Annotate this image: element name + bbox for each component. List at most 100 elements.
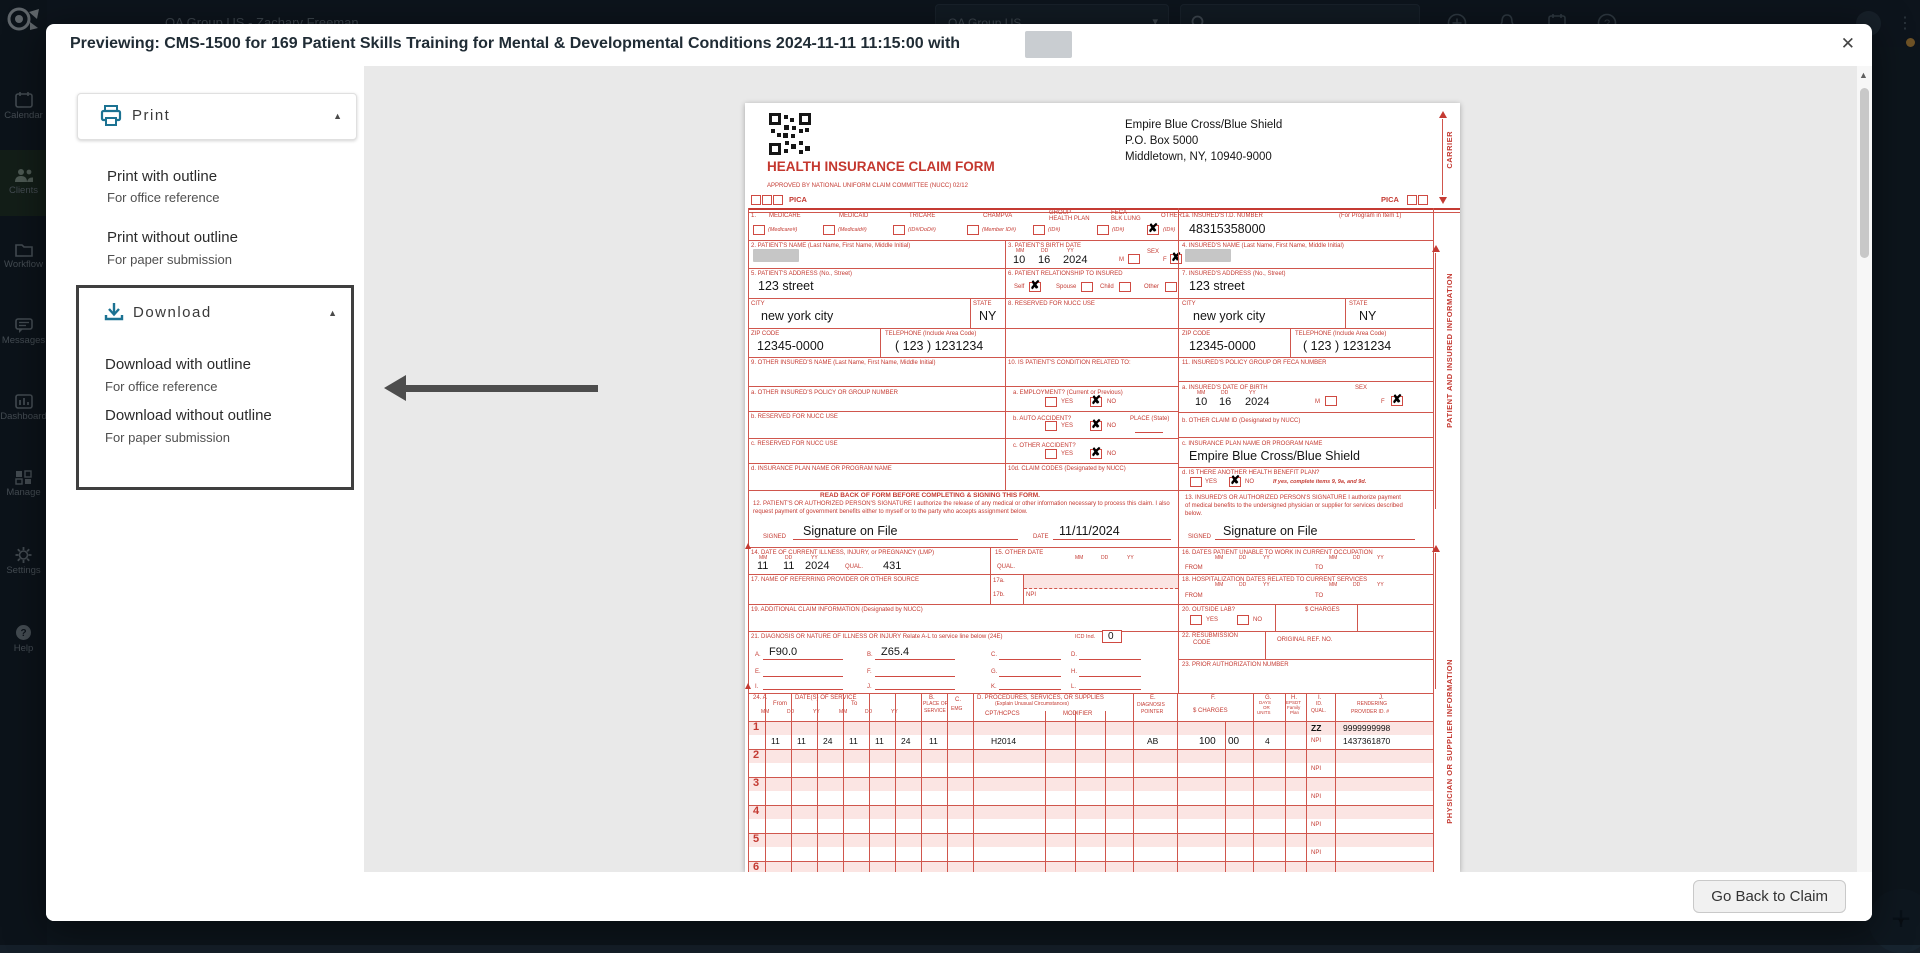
form-label: DD xyxy=(1353,583,1360,589)
svc-rendering-npi: 1437361870 xyxy=(1343,736,1390,746)
form-label: 5. PATIENT'S ADDRESS (No., Street) xyxy=(751,271,852,278)
diagnosis-line xyxy=(875,650,955,660)
birthdate-mm: 10 xyxy=(1013,254,1025,266)
form-label: b. OTHER CLAIM ID (Designated by NUCC) xyxy=(1182,418,1300,425)
grid-line xyxy=(1285,693,1286,872)
grid-line xyxy=(748,547,1433,548)
margin-arrow xyxy=(745,543,751,549)
scroll-up-icon[interactable]: ▲ xyxy=(1859,70,1868,80)
onset-dd: 11 xyxy=(783,560,794,572)
form-label: YY xyxy=(1263,583,1270,589)
form-label: NO xyxy=(1107,451,1116,458)
option-title[interactable]: Download with outline xyxy=(105,356,251,373)
form-label: TO xyxy=(1315,565,1323,572)
form-label: YY xyxy=(1377,583,1384,589)
arrow-head xyxy=(384,375,406,401)
grid-line xyxy=(973,693,974,872)
form-label: 1. xyxy=(751,213,756,220)
grid-line xyxy=(748,805,1433,806)
pica-label: PICA xyxy=(789,196,807,204)
form-label: ICD Ind. xyxy=(1075,634,1095,640)
x-mark: ✘ xyxy=(1392,393,1402,405)
form-label: QUAL. xyxy=(1311,709,1326,715)
document-preview-area: Empire Blue Cross/Blue Shield P.O. Box 5… xyxy=(364,66,1857,872)
service-row-number: 6 xyxy=(753,861,759,872)
qr-code-icon xyxy=(769,113,811,155)
insured-address: 123 street xyxy=(1189,279,1245,293)
redacted-name xyxy=(1025,31,1072,58)
dashed-line xyxy=(1024,588,1178,589)
signature-line xyxy=(1215,528,1415,540)
form-label: NO xyxy=(1253,617,1262,624)
form-label: CODE xyxy=(1193,640,1210,647)
option-subtitle: For office reference xyxy=(107,190,219,205)
service-row-number: 5 xyxy=(753,833,759,845)
form-label: CITY xyxy=(1182,301,1196,308)
grid-line xyxy=(748,463,1178,464)
grid-line xyxy=(947,693,948,872)
form-label: YES xyxy=(1061,423,1073,430)
form-label: YY xyxy=(1377,556,1384,562)
form-label: 18. HOSPITALIZATION DATES RELATED TO CUR… xyxy=(1182,577,1367,584)
signature-line xyxy=(1053,528,1171,540)
form-label: FROM xyxy=(1185,593,1203,600)
grid-line xyxy=(1345,298,1346,328)
print-section-header[interactable]: Print ▲ xyxy=(77,93,357,140)
form-label: C. xyxy=(955,697,961,704)
form-label: RENDERING xyxy=(1357,702,1387,708)
diagnosis-line xyxy=(1079,682,1141,690)
grid-line xyxy=(1275,604,1276,631)
grid-line xyxy=(1045,711,1046,872)
download-section-header[interactable]: Download ▲ xyxy=(79,288,351,336)
form-label: 11. INSURED'S POLICY GROUP OR FECA NUMBE… xyxy=(1182,360,1327,367)
checkbox xyxy=(1081,282,1093,292)
service-row-number: 1 xyxy=(753,721,759,733)
grid-line xyxy=(1177,693,1178,872)
form-label: NPI xyxy=(1311,738,1321,745)
checkbox xyxy=(1097,225,1109,235)
form-label: 16. DATES PATIENT UNABLE TO WORK IN CURR… xyxy=(1182,550,1373,557)
grid-line xyxy=(970,298,971,328)
option-title[interactable]: Print with outline xyxy=(107,168,217,185)
form-label: YY xyxy=(1263,556,1270,562)
form-label: (Explain Unusual Circumstances) xyxy=(995,702,1069,708)
svc-place-of-service: 11 xyxy=(929,736,938,746)
shaded-row xyxy=(749,833,1433,847)
icd-indicator-value: 0 xyxy=(1108,631,1114,642)
grid-line xyxy=(791,693,792,872)
form-label: F xyxy=(1381,399,1385,406)
form-label: POINTER xyxy=(1141,710,1163,716)
checkbox xyxy=(1325,396,1337,406)
modal-header: Previewing: CMS-1500 for 169 Patient Ski… xyxy=(46,24,1872,67)
form-label: (Medicaid#) xyxy=(838,227,867,233)
checkbox xyxy=(967,225,979,235)
form-label: $ CHARGES xyxy=(1305,607,1340,614)
shaded-row xyxy=(749,777,1433,791)
form-label: 17. NAME OF REFERRING PROVIDER OR OTHER … xyxy=(751,577,919,584)
option-title[interactable]: Print without outline xyxy=(107,229,238,246)
form-label: MM xyxy=(1215,583,1223,589)
scrollbar-thumb[interactable] xyxy=(1860,88,1869,258)
diagnosis-line xyxy=(875,667,955,677)
preview-scrollbar[interactable]: ▲ xyxy=(1857,66,1872,872)
form-label: FROM xyxy=(1185,565,1203,572)
diagnosis-line xyxy=(1079,667,1141,677)
form-label: PROVIDER ID. # xyxy=(1351,710,1389,716)
form-label: SIGNED xyxy=(763,534,786,541)
download-section: Download ▲ Download with outline For off… xyxy=(76,285,354,490)
arrow-shaft xyxy=(400,385,598,392)
form-label: 14. DATE OF CURRENT ILLNESS, INJURY, or … xyxy=(751,550,934,557)
option-title[interactable]: Download without outline xyxy=(105,407,272,424)
close-icon[interactable]: ✕ xyxy=(1841,34,1855,54)
collapse-caret-icon: ▲ xyxy=(333,111,342,121)
svc-date: 11 xyxy=(797,736,806,746)
form-label: (ID#) xyxy=(1112,227,1124,233)
insurance-plan-name: Empire Blue Cross/Blue Shield xyxy=(1189,449,1360,463)
go-back-to-claim-button[interactable]: Go Back to Claim xyxy=(1693,880,1846,913)
form-label: (Medicare#) xyxy=(768,227,797,233)
grid-line xyxy=(748,268,1433,269)
svc-charge-cents: 00 xyxy=(1228,736,1239,747)
form-label: D. xyxy=(1071,652,1077,659)
form-label: 10d. CLAIM CODES (Designated by NUCC) xyxy=(1008,466,1126,473)
form-label: 15. OTHER DATE xyxy=(995,550,1043,557)
